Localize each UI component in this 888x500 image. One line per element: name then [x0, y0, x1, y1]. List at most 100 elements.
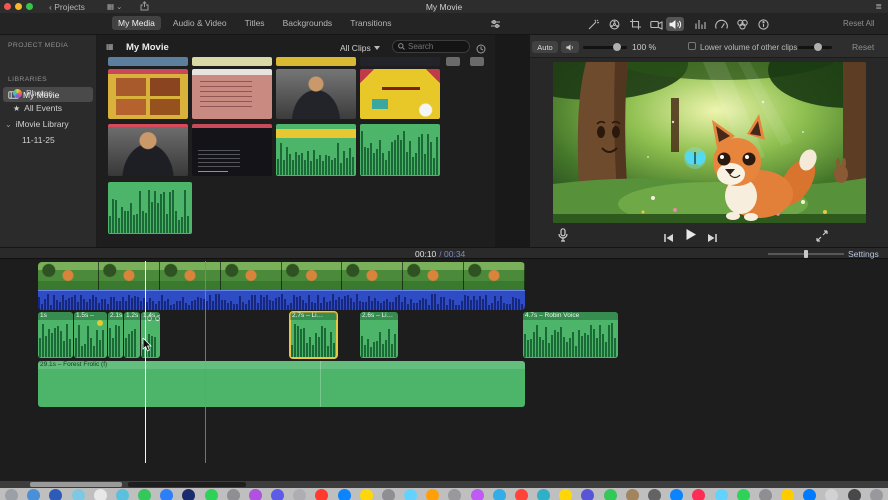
thumbnail-clip-partial[interactable] — [108, 57, 188, 66]
video-audio-strip[interactable] — [38, 290, 525, 310]
tab-backgrounds[interactable]: Backgrounds — [277, 16, 339, 30]
thumbnail-clip-partial[interactable] — [446, 57, 460, 66]
dock-app-icon[interactable] — [271, 489, 284, 500]
next-frame-button[interactable] — [706, 230, 718, 248]
dock-app-icon[interactable] — [227, 489, 240, 500]
dock-app-icon[interactable] — [426, 489, 439, 500]
dock-app-icon[interactable] — [471, 489, 484, 500]
dock-app-icon[interactable] — [737, 489, 750, 500]
thumbnail-fox-collage[interactable] — [108, 69, 188, 119]
filmstrip-frame[interactable] — [403, 262, 464, 290]
dock-app-icon[interactable] — [759, 489, 772, 500]
dock-app-icon[interactable] — [338, 489, 351, 500]
dock-app-icon[interactable] — [49, 489, 62, 500]
dock-app-icon[interactable] — [715, 489, 728, 500]
speed-icon[interactable] — [712, 17, 730, 31]
sidebar-item-photos[interactable]: Photos — [13, 88, 52, 98]
close-window-button[interactable] — [4, 3, 11, 10]
dock-app-icon[interactable] — [27, 489, 40, 500]
dock-app-icon[interactable] — [249, 489, 262, 500]
filmstrip-frame[interactable] — [221, 262, 282, 290]
play-button[interactable] — [684, 228, 697, 246]
lower-volume-checkbox[interactable] — [688, 42, 696, 50]
dock-app-icon[interactable] — [404, 489, 417, 500]
audio-clip[interactable]: 2.1s – L… — [108, 312, 123, 358]
tab-my-media[interactable]: My Media — [112, 16, 161, 30]
thumbnail-talking-head-2[interactable] — [108, 124, 188, 176]
dock-app-icon[interactable] — [803, 489, 816, 500]
dock-app-icon[interactable] — [692, 489, 705, 500]
volume-icon[interactable] — [666, 17, 684, 31]
info-icon[interactable] — [754, 17, 772, 31]
dock-app-icon[interactable] — [138, 489, 151, 500]
audio-clip-selected[interactable]: 2.7s – Li… — [290, 312, 337, 358]
minimize-window-button[interactable] — [15, 3, 22, 10]
thumbnail-clip-partial[interactable] — [276, 57, 356, 66]
dock-app-icon[interactable] — [848, 489, 861, 500]
volume-slider-knob[interactable] — [613, 43, 621, 51]
thumbnail-document[interactable] — [192, 69, 272, 119]
thumbnail-audio-waveform[interactable] — [360, 124, 440, 176]
filmstrip-frame[interactable] — [160, 262, 221, 290]
favorite-marker[interactable] — [97, 320, 103, 326]
sidebar-item-event-date[interactable]: 11-11-25 — [22, 135, 55, 145]
thumbnail-clip-partial[interactable] — [192, 57, 272, 66]
audio-clip[interactable]: 1.5s – — [74, 312, 107, 358]
video-preview[interactable] — [553, 62, 866, 223]
dock-app-icon[interactable] — [293, 489, 306, 500]
clip-filter-dropdown[interactable]: All Clips — [340, 43, 380, 53]
thumbnail-audio-waveform-2[interactable] — [108, 182, 192, 234]
projects-back-button[interactable]: ‹ Projects — [49, 2, 85, 12]
dock-app-icon[interactable] — [781, 489, 794, 500]
dock-app-icon[interactable] — [515, 489, 528, 500]
timeline-zoom-knob[interactable] — [804, 250, 808, 258]
tab-titles[interactable]: Titles — [239, 16, 271, 30]
filmstrip-frame[interactable] — [38, 262, 99, 290]
dock-app-icon[interactable] — [182, 489, 195, 500]
dock-app-icon[interactable] — [825, 489, 838, 500]
thumbnail-audio-clip[interactable] — [276, 124, 356, 176]
lower-volume-slider-knob[interactable] — [814, 43, 822, 51]
search-input[interactable] — [408, 42, 463, 51]
sidebar-item-imovie-library[interactable]: ⌄ iMovie Library — [5, 119, 69, 129]
zoom-window-button[interactable] — [26, 3, 33, 10]
thumbnail-yellow-graphic[interactable] — [360, 69, 440, 119]
stabilization-icon[interactable] — [647, 17, 665, 31]
dock-app-icon[interactable] — [648, 489, 661, 500]
color-correction-icon[interactable] — [605, 17, 623, 31]
browser-settings-icon[interactable] — [486, 17, 504, 31]
reset-all-button[interactable]: Reset All — [843, 19, 875, 28]
timeline-settings-button[interactable]: Settings — [848, 249, 879, 259]
thumbnail-clip-partial[interactable] — [360, 57, 440, 66]
dock-app-icon[interactable] — [870, 489, 883, 500]
record-voiceover-button[interactable] — [558, 228, 568, 247]
dock-app-icon[interactable] — [160, 489, 173, 500]
tab-transitions[interactable]: Transitions — [344, 16, 397, 30]
previous-frame-button[interactable] — [663, 230, 675, 248]
dock-app-icon[interactable] — [5, 489, 18, 500]
audio-clip-robin-voice[interactable]: 4.7s – Robin Voice — [523, 312, 618, 358]
thumbnail-talking-head[interactable] — [276, 69, 356, 119]
filmstrip-frame[interactable] — [342, 262, 403, 290]
color-balance-icon[interactable] — [584, 17, 602, 31]
sidebar-toggle-icon[interactable]: ≣ — [875, 2, 882, 11]
dock-app-icon[interactable] — [360, 489, 373, 500]
noise-eq-icon[interactable] — [691, 17, 709, 31]
dock-app-icon[interactable] — [116, 489, 129, 500]
dock-app-icon[interactable] — [205, 489, 218, 500]
fullscreen-icon[interactable] — [816, 229, 828, 247]
tab-audio-video[interactable]: Audio & Video — [167, 16, 233, 30]
dock-app-icon[interactable] — [581, 489, 594, 500]
dock-app-icon[interactable] — [559, 489, 572, 500]
dock-app-icon[interactable] — [626, 489, 639, 500]
auto-volume-button[interactable]: Auto — [532, 41, 558, 53]
audio-clip[interactable]: 1.2s — [124, 312, 140, 358]
dock-app-icon[interactable] — [448, 489, 461, 500]
thumbnail-clip-partial[interactable] — [470, 57, 484, 66]
mute-button[interactable] — [561, 41, 579, 53]
video-filmstrip[interactable] — [38, 262, 525, 290]
audio-clip[interactable]: 2.6s – Li… — [360, 312, 398, 358]
sidebar-item-all-events[interactable]: ★ All Events — [13, 103, 62, 113]
dock-app-icon[interactable] — [493, 489, 506, 500]
dock-app-icon[interactable] — [537, 489, 550, 500]
